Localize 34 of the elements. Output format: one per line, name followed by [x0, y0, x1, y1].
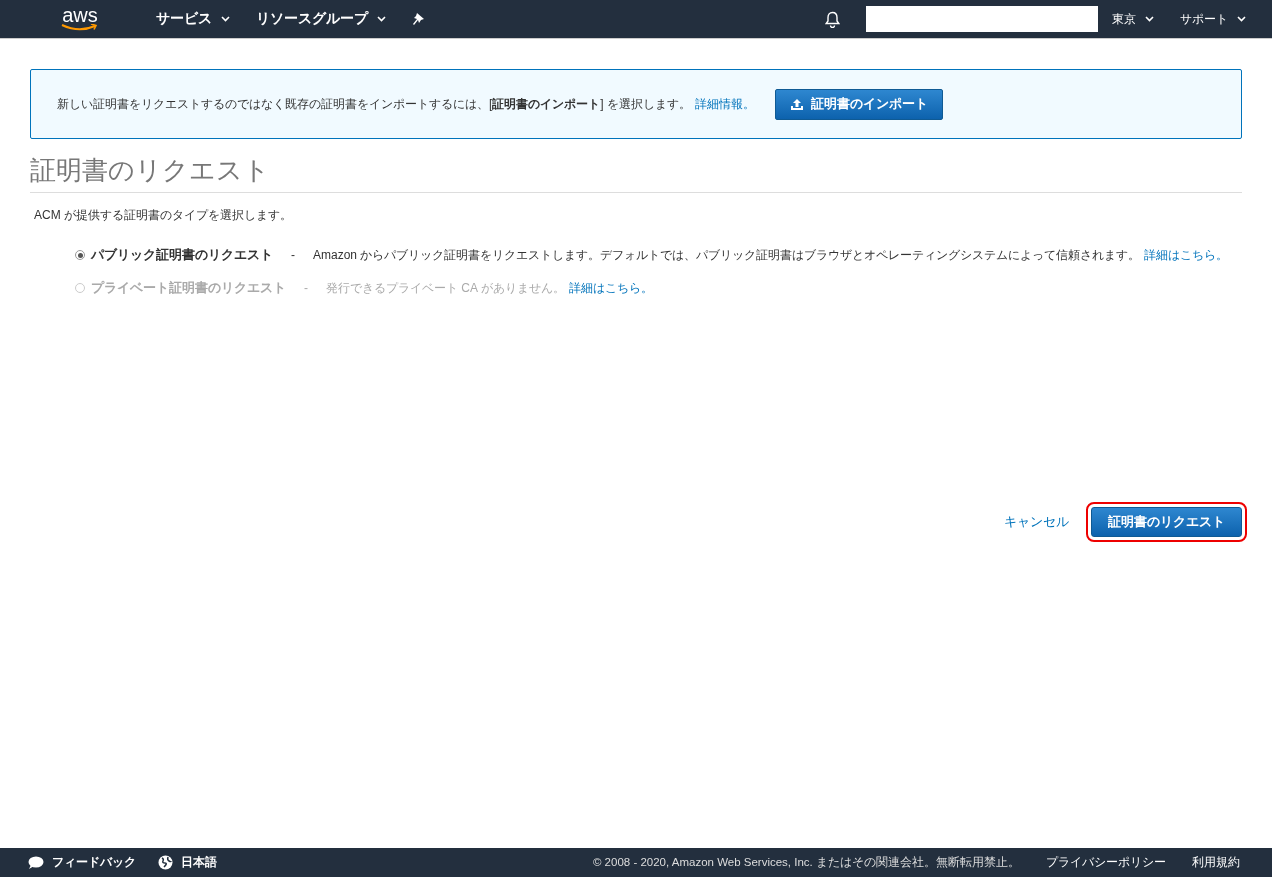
info-text: 新しい証明書をリクエストするのではなく既存の証明書をインポートするには、[証明書のインポート] を選択します。	[57, 95, 691, 113]
separator-text: -	[291, 248, 295, 262]
speech-bubble-icon[interactable]	[28, 855, 44, 870]
pin-icon[interactable]	[412, 12, 424, 26]
learn-more-link[interactable]: 詳細情報。	[695, 95, 755, 113]
copyright-text: © 2008 - 2020, Amazon Web Services, Inc. またはその関連会社。無断転用禁止。	[592, 855, 1020, 870]
import-button[interactable]: 証明書のインポート	[775, 88, 943, 120]
language-selector[interactable]: 日本語	[181, 854, 217, 871]
cancel-link[interactable]: キャンセル	[1004, 513, 1069, 531]
option-description: Amazon からパブリック証明書をリクエストします。デフォルトでは、パブリック証明書はブラウザとオペレーティングシステムによって信頼されます。	[313, 246, 1141, 264]
feedback-link[interactable]: フィードバック	[52, 854, 136, 871]
caret-icon	[1237, 16, 1246, 22]
option-label[interactable]: パブリック証明書のリクエスト	[91, 246, 273, 264]
page-title: 証明書のリクエスト	[30, 153, 1242, 193]
separator-text: -	[304, 281, 308, 295]
radio-button[interactable]	[75, 250, 85, 260]
caret-icon	[1145, 16, 1154, 22]
aws-logo[interactable]: aws	[60, 6, 100, 32]
option-description: 発行できるプライベート CA がありません。	[326, 279, 565, 297]
nav-menu[interactable]: サービス	[156, 10, 230, 28]
nav-menu[interactable]: サポート	[1180, 10, 1246, 28]
bell-icon[interactable]	[825, 10, 840, 28]
footer-link[interactable]: プライバシーポリシー	[1046, 855, 1166, 870]
footer-link[interactable]: 利用規約	[1192, 855, 1240, 870]
caret-icon	[377, 16, 386, 22]
nav-menu[interactable]: 東京	[1112, 10, 1154, 28]
nav-menu[interactable]: リソースグループ	[256, 10, 386, 28]
caret-icon	[221, 16, 230, 22]
learn-more-link[interactable]: 詳細はこちら。	[1144, 246, 1229, 264]
upload-icon	[790, 97, 804, 111]
option-label: プライベート証明書のリクエスト	[91, 279, 286, 297]
description-text: ACM が提供する証明書のタイプを選択します。	[34, 207, 293, 224]
search-field[interactable]	[866, 6, 1098, 32]
globe-icon[interactable]	[158, 855, 173, 870]
